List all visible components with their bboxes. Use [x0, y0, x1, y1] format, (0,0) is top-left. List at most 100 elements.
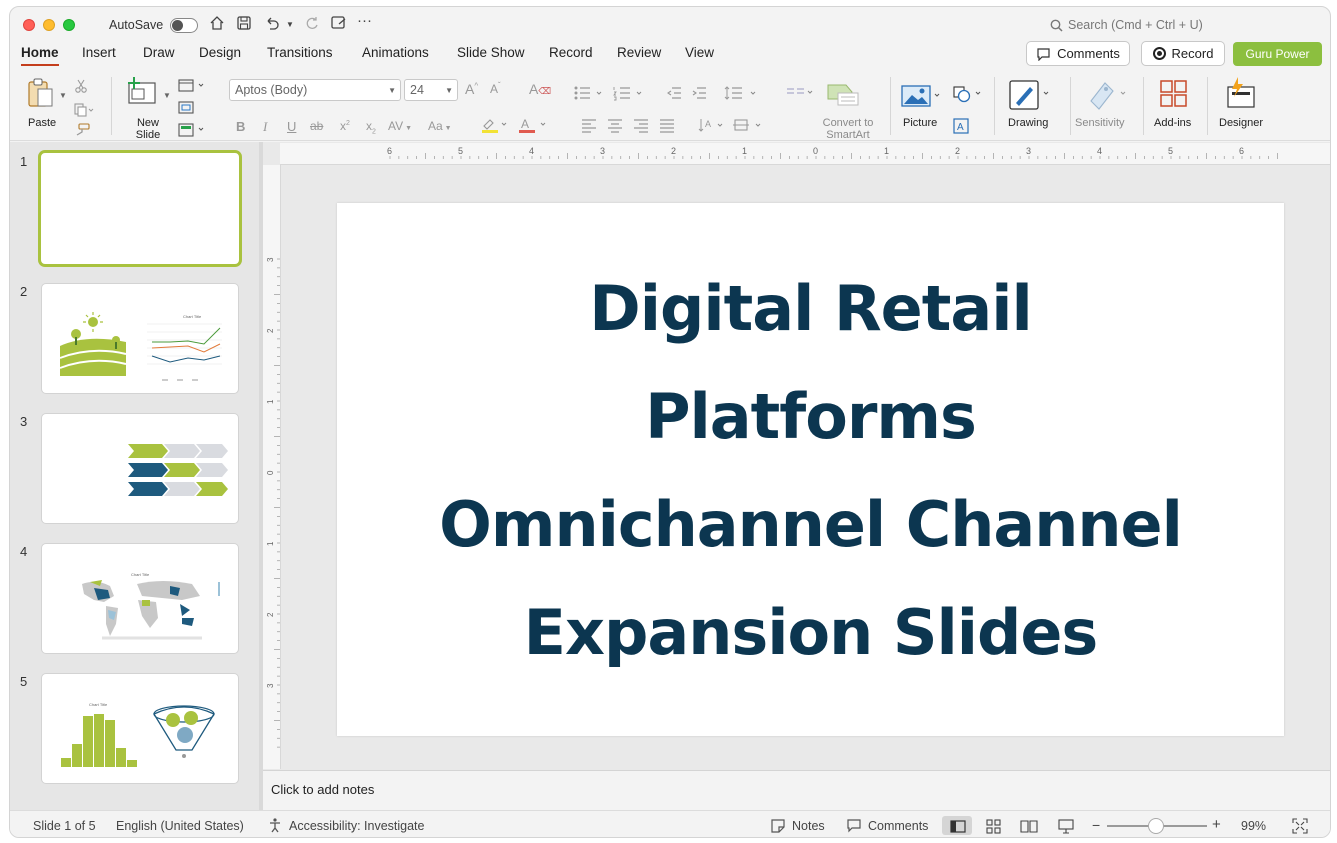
record-button[interactable]: Record — [1141, 41, 1225, 66]
current-slide-canvas[interactable]: Digital Retail Platforms Omnichannel Cha… — [337, 203, 1284, 736]
copy-icon[interactable] — [74, 103, 94, 120]
cut-icon[interactable] — [74, 79, 88, 96]
format-painter-icon[interactable] — [74, 123, 90, 140]
font-size-select[interactable]: 24 ▼ — [404, 79, 458, 101]
character-spacing-icon[interactable]: AV ▼ — [388, 119, 412, 133]
zoom-slider-handle[interactable] — [1148, 818, 1164, 834]
font-name-select[interactable]: Aptos (Body) ▼ — [229, 79, 401, 101]
accessibility-icon[interactable] — [267, 817, 283, 836]
increase-indent-icon[interactable] — [691, 85, 707, 104]
underline-icon[interactable]: U — [287, 119, 296, 134]
change-case-icon[interactable]: Aa ▼ — [428, 119, 452, 133]
picture-icon[interactable] — [901, 85, 941, 112]
more-options-icon[interactable]: ··· — [357, 12, 372, 29]
ruler-label: 4 — [529, 146, 534, 156]
search-box[interactable]: Search (Cmd + Ctrl + U) — [1050, 18, 1203, 32]
notes-toggle[interactable]: Notes — [792, 819, 825, 833]
close-window-button[interactable] — [23, 19, 35, 31]
shapes-icon[interactable] — [952, 85, 984, 106]
text-direction-icon[interactable]: A — [698, 117, 728, 136]
slide-sorter-icon[interactable] — [986, 819, 1002, 837]
new-slide-dropdown-icon[interactable]: ▼ — [163, 91, 171, 100]
tab-record[interactable]: Record — [549, 45, 593, 64]
notes-icon[interactable] — [770, 818, 786, 836]
tab-draw[interactable]: Draw — [143, 45, 175, 64]
decrease-indent-icon[interactable] — [666, 85, 682, 104]
align-text-icon[interactable] — [732, 117, 766, 136]
slide-thumbnail-4[interactable]: Chart Title — [41, 543, 239, 654]
home-icon[interactable] — [209, 15, 225, 35]
align-center-icon[interactable] — [607, 117, 623, 136]
superscript-icon[interactable]: x2 — [340, 119, 350, 133]
add-ins-icon[interactable] — [1159, 79, 1189, 112]
highlight-color-icon[interactable] — [480, 117, 510, 136]
strikethrough-icon[interactable]: ab — [310, 119, 323, 133]
tab-animations[interactable]: Animations — [362, 45, 429, 64]
redo-icon[interactable] — [304, 15, 320, 35]
reading-view-icon[interactable] — [1020, 819, 1038, 837]
tab-view[interactable]: View — [685, 45, 714, 64]
paste-dropdown-icon[interactable]: ▼ — [59, 91, 67, 100]
slide-thumbnail-panel[interactable]: 1 2 Chart Title 3 4 Chart Title 5 Chart … — [10, 142, 259, 810]
reset-slide-icon[interactable] — [178, 101, 194, 118]
slide-thumbnail-2[interactable]: Chart Title — [41, 283, 239, 394]
minimize-window-button[interactable] — [43, 19, 55, 31]
comments-button[interactable]: Comments — [1026, 41, 1130, 66]
paste-icon[interactable] — [26, 77, 56, 112]
columns-icon[interactable] — [785, 85, 815, 104]
align-left-icon[interactable] — [581, 117, 597, 136]
decrease-font-size-icon[interactable]: Aˇ — [490, 81, 501, 96]
chevron-down-icon: ▼ — [445, 86, 453, 95]
section-icon[interactable] — [178, 123, 206, 140]
comments-toggle[interactable]: Comments — [868, 819, 928, 833]
layout-icon[interactable] — [178, 79, 206, 96]
present-icon[interactable] — [330, 15, 347, 35]
slide-title-textbox[interactable]: Digital Retail Platforms Omnichannel Cha… — [337, 255, 1284, 687]
font-color-icon[interactable]: A — [517, 117, 549, 136]
bullets-icon[interactable] — [573, 85, 607, 104]
thumb-chart-title: Chart Title — [89, 702, 108, 707]
save-icon[interactable] — [236, 15, 252, 35]
fit-to-window-icon[interactable] — [1292, 818, 1308, 837]
designer-icon[interactable] — [1224, 77, 1258, 112]
tab-slide-show[interactable]: Slide Show — [457, 45, 525, 64]
zoom-out-icon[interactable]: − — [1092, 817, 1100, 833]
zoom-in-icon[interactable]: + — [1212, 816, 1221, 833]
slide-show-icon[interactable] — [1058, 819, 1074, 837]
ruler-label: 1 — [266, 541, 275, 546]
slide-thumbnail-5[interactable]: Chart Title — [41, 673, 239, 784]
title-bar: AutoSave ▼ ··· Search (Cmd + Ctrl + U) — [10, 7, 1330, 43]
numbering-icon[interactable] — [613, 85, 647, 104]
new-slide-icon[interactable] — [126, 77, 158, 110]
tab-design[interactable]: Design — [199, 45, 241, 64]
text-box-icon[interactable]: A — [952, 117, 970, 138]
sensitivity-icon[interactable] — [1085, 79, 1131, 114]
convert-to-smartart-icon[interactable] — [826, 81, 860, 112]
tab-insert[interactable]: Insert — [82, 45, 116, 64]
zoom-level[interactable]: 99% — [1241, 819, 1266, 833]
tab-transitions[interactable]: Transitions — [267, 45, 333, 64]
line-spacing-icon[interactable] — [724, 85, 762, 104]
autosave-toggle[interactable] — [170, 18, 198, 33]
subscript-icon[interactable]: x2 — [366, 119, 376, 135]
drawing-icon[interactable] — [1008, 79, 1052, 114]
notes-pane[interactable]: Click to add notes — [263, 770, 1330, 810]
slide-thumbnail-1[interactable] — [38, 150, 242, 267]
language-indicator[interactable]: English (United States) — [116, 819, 244, 833]
slide-thumbnail-3[interactable] — [41, 413, 239, 524]
ruler-label: 1 — [742, 146, 747, 156]
zoom-window-button[interactable] — [63, 19, 75, 31]
justify-icon[interactable] — [659, 117, 675, 136]
tab-review[interactable]: Review — [617, 45, 661, 64]
clear-formatting-icon[interactable]: A⌫ — [529, 81, 551, 97]
tab-home[interactable]: Home — [21, 45, 59, 66]
increase-font-size-icon[interactable]: A^ — [465, 81, 478, 97]
undo-icon[interactable] — [264, 15, 280, 35]
align-right-icon[interactable] — [633, 117, 649, 136]
accessibility-status[interactable]: Accessibility: Investigate — [289, 819, 424, 833]
guru-power-button[interactable]: Guru Power — [1233, 42, 1322, 66]
bold-icon[interactable]: B — [236, 119, 245, 134]
italic-icon[interactable]: I — [263, 119, 267, 135]
undo-dropdown-icon[interactable]: ▼ — [286, 20, 294, 29]
comment-icon[interactable] — [846, 818, 862, 836]
